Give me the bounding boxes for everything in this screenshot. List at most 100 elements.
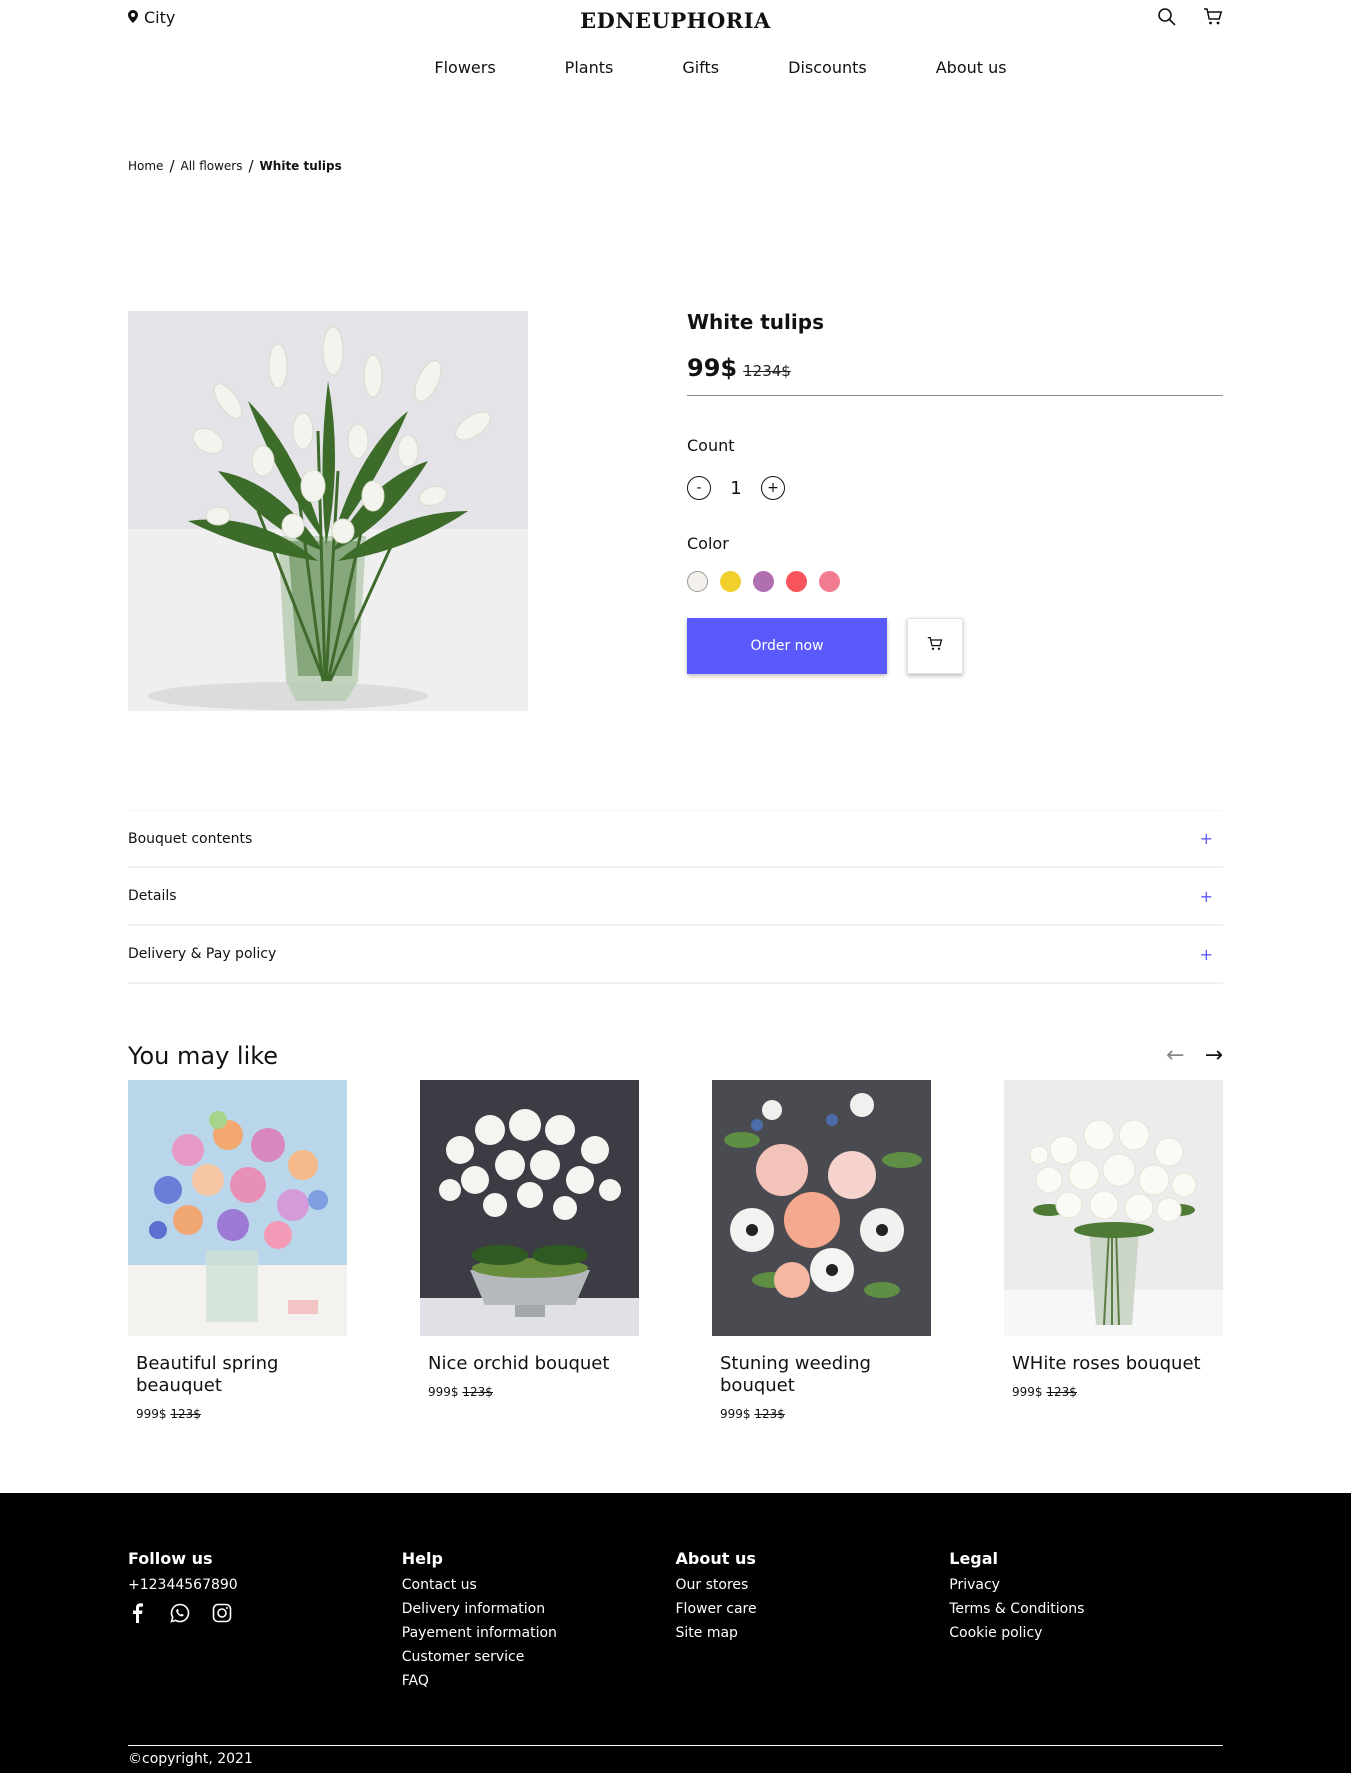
plus-icon[interactable]: + <box>1200 829 1213 848</box>
nav-item-plants[interactable]: Plants <box>565 58 614 77</box>
footer-help: Help Contact us Delivery information Pay… <box>402 1549 676 1693</box>
footer-link-cookie-policy[interactable]: Cookie policy <box>949 1621 1223 1645</box>
breadcrumb: Home / All flowers / White tulips <box>128 157 342 175</box>
nav-item-discounts[interactable]: Discounts <box>788 58 867 77</box>
footer-heading: Legal <box>949 1549 999 1568</box>
accordion-delivery-pay-policy[interactable]: Delivery & Pay policy + <box>128 926 1223 984</box>
product-card-image[interactable] <box>1004 1080 1223 1336</box>
footer-link-flower-care[interactable]: Flower care <box>676 1597 950 1621</box>
order-now-button[interactable]: Order now <box>687 618 887 674</box>
breadcrumb-separator: / <box>169 157 175 175</box>
product-card[interactable]: Nice orchid bouquet 999$ 123$ <box>420 1080 639 1421</box>
arrow-right-icon[interactable]: → <box>1205 1043 1223 1068</box>
quantity-value[interactable]: 1 <box>728 478 744 499</box>
product-old-price: 1234$ <box>743 362 791 380</box>
footer-link-customer-service[interactable]: Customer service <box>402 1645 676 1669</box>
cart-icon[interactable] <box>1203 7 1223 27</box>
product-accordion: Bouquet contents + Details + Delivery & … <box>128 810 1223 984</box>
increment-button[interactable]: + <box>761 476 785 500</box>
card-old-price: 123$ <box>1046 1385 1077 1399</box>
card-price: 999$ <box>1012 1385 1043 1399</box>
color-label: Color <box>687 534 729 553</box>
product-card-name[interactable]: Stuning weeding bouquet <box>712 1353 931 1397</box>
footer-heading: About us <box>675 1549 756 1568</box>
decrement-button[interactable]: - <box>687 476 711 500</box>
product-card-price: 999$ 123$ <box>420 1385 639 1399</box>
footer-follow-us: Follow us +12344567890 <box>128 1549 402 1693</box>
nav-item-flowers[interactable]: Flowers <box>434 58 495 77</box>
product-card-image[interactable] <box>420 1080 639 1336</box>
product-card-price: 999$ 123$ <box>712 1407 931 1421</box>
accordion-label: Delivery & Pay policy <box>128 946 277 962</box>
accordion-bouquet-contents[interactable]: Bouquet contents + <box>128 810 1223 868</box>
count-label: Count <box>687 436 735 455</box>
product-card[interactable]: WHite roses bouquet 999$ 123$ <box>1004 1080 1223 1421</box>
product-card[interactable]: Beautiful spring beauquet 999$ 123$ <box>128 1080 347 1421</box>
cart-icon <box>927 636 943 656</box>
logo[interactable]: EDNEUPHORIA <box>128 8 1223 33</box>
accordion-label: Details <box>128 888 177 904</box>
recommendations-list: Beautiful spring beauquet 999$ 123$ Nice… <box>128 1080 1223 1421</box>
product-card-price: 999$ 123$ <box>1004 1385 1223 1399</box>
plus-icon[interactable]: + <box>1200 887 1213 906</box>
price-divider <box>687 395 1223 396</box>
arrow-left-icon[interactable]: ← <box>1166 1043 1184 1068</box>
color-swatches <box>687 571 1223 592</box>
product-card-name[interactable]: Beautiful spring beauquet <box>128 1353 347 1397</box>
footer-heading: Follow us <box>128 1549 213 1568</box>
breadcrumb-current: White tulips <box>259 159 342 173</box>
header: City EDNEUPHORIA <box>128 0 1223 40</box>
footer-heading: Help <box>401 1549 443 1568</box>
footer-about-us: About us Our stores Flower care Site map <box>676 1549 950 1693</box>
copyright: ©copyright, 2021 <box>128 1751 253 1767</box>
nav-item-about-us[interactable]: About us <box>936 58 1007 77</box>
quantity-stepper: - 1 + <box>687 476 1223 500</box>
card-old-price: 123$ <box>462 1385 493 1399</box>
breadcrumb-home[interactable]: Home <box>128 159 163 173</box>
product-card-name[interactable]: Nice orchid bouquet <box>420 1353 639 1375</box>
color-swatch-purple[interactable] <box>753 571 774 592</box>
accordion-label: Bouquet contents <box>128 830 253 847</box>
card-price: 999$ <box>428 1385 459 1399</box>
plus-icon[interactable]: + <box>1200 945 1213 964</box>
search-icon[interactable] <box>1157 7 1177 27</box>
carousel-controls: ← → <box>1166 1043 1223 1068</box>
card-old-price: 123$ <box>170 1407 201 1421</box>
product-price: 99$ <box>687 354 738 382</box>
product-card[interactable]: Stuning weeding bouquet 999$ 123$ <box>712 1080 931 1421</box>
color-swatch-pink[interactable] <box>819 571 840 592</box>
card-old-price: 123$ <box>754 1407 785 1421</box>
breadcrumb-all-flowers[interactable]: All flowers <box>181 159 243 173</box>
whatsapp-icon[interactable] <box>170 1603 190 1623</box>
footer-legal: Legal Privacy Terms & Conditions Cookie … <box>949 1549 1223 1693</box>
color-swatch-yellow[interactable] <box>720 571 741 592</box>
product-info: White tulips 99$ 1234$ Count - 1 + Color… <box>687 310 1223 674</box>
footer-link-terms[interactable]: Terms & Conditions <box>949 1597 1223 1621</box>
footer: Follow us +12344567890 Help Contact us D… <box>0 1493 1351 1773</box>
facebook-icon[interactable] <box>128 1603 148 1623</box>
card-price: 999$ <box>136 1407 167 1421</box>
product-card-name[interactable]: WHite roses bouquet <box>1004 1353 1223 1375</box>
footer-link-contact-us[interactable]: Contact us <box>402 1573 676 1597</box>
add-to-cart-button[interactable] <box>907 618 963 674</box>
recommendations-title: You may like <box>128 1042 279 1070</box>
card-price: 999$ <box>720 1407 751 1421</box>
footer-phone: +12344567890 <box>128 1577 238 1593</box>
footer-link-our-stores[interactable]: Our stores <box>676 1573 950 1597</box>
product-card-image[interactable] <box>128 1080 347 1336</box>
footer-link-payment-information[interactable]: Payement information <box>402 1621 676 1645</box>
footer-divider <box>128 1745 1223 1746</box>
instagram-icon[interactable] <box>212 1603 232 1623</box>
footer-link-site-map[interactable]: Site map <box>676 1621 950 1645</box>
color-swatch-red[interactable] <box>786 571 807 592</box>
footer-link-faq[interactable]: FAQ <box>402 1669 676 1693</box>
accordion-details[interactable]: Details + <box>128 868 1223 926</box>
product-card-image[interactable] <box>712 1080 931 1336</box>
footer-link-delivery-information[interactable]: Delivery information <box>402 1597 676 1621</box>
breadcrumb-separator: / <box>248 157 254 175</box>
product-image <box>128 311 528 711</box>
footer-link-privacy[interactable]: Privacy <box>949 1573 1223 1597</box>
product-title: White tulips <box>687 310 824 334</box>
color-swatch-white[interactable] <box>687 571 708 592</box>
nav-item-gifts[interactable]: Gifts <box>682 58 719 77</box>
